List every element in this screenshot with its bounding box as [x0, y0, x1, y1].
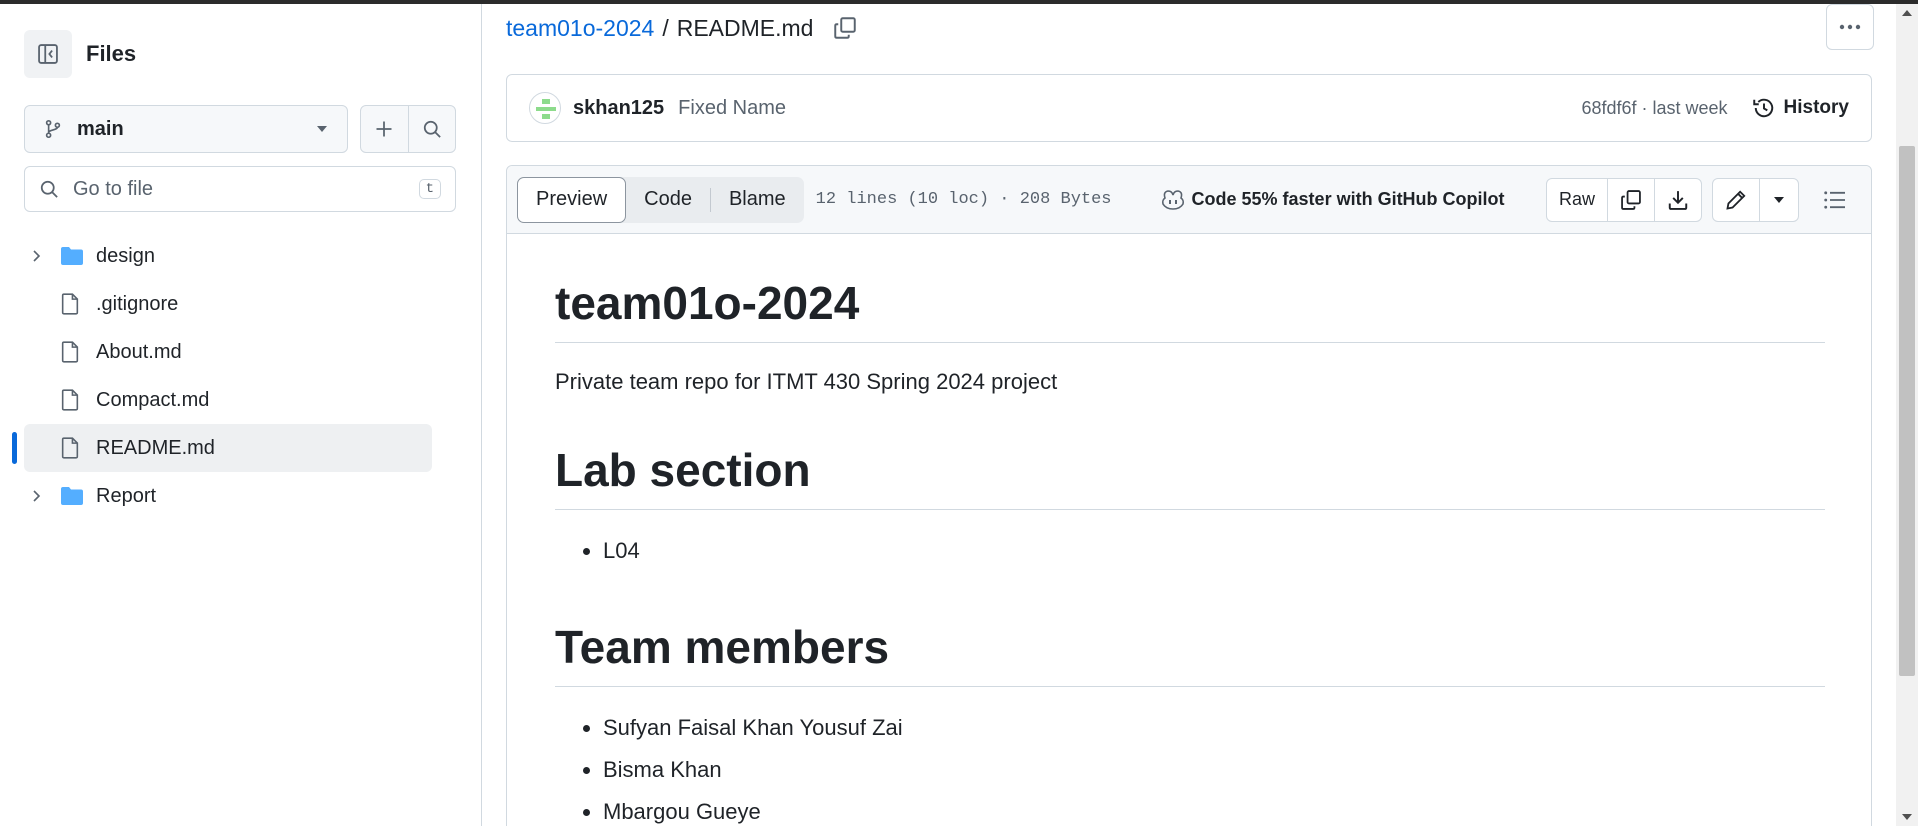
commit-author[interactable]: skhan125 — [573, 97, 664, 120]
selected-highlight — [24, 424, 432, 472]
list-item: Bisma Khan — [603, 749, 1825, 791]
folder-icon — [61, 487, 83, 505]
folder-icon — [61, 247, 83, 265]
download-icon — [1668, 190, 1688, 210]
triangle-down-icon — [317, 126, 327, 132]
collapse-sidebar-button[interactable] — [24, 30, 72, 78]
list-unordered-icon — [1824, 190, 1845, 209]
copilot-promo-link[interactable]: Code 55% faster with GitHub Copilot — [1160, 188, 1505, 212]
copy-raw-button[interactable] — [1607, 178, 1654, 221]
file-viewer: Preview Code Blame 12 lines (10 loc) · 2… — [506, 165, 1872, 826]
kebab-horizontal-icon — [1839, 24, 1861, 30]
download-button[interactable] — [1654, 178, 1701, 221]
edit-file-button[interactable] — [1713, 179, 1759, 221]
search-icon — [40, 180, 58, 198]
edit-group — [1712, 177, 1799, 222]
commit-message[interactable]: Fixed Name — [678, 97, 786, 120]
section-heading-lab: Lab section — [555, 443, 1825, 510]
shortcut-hint: t — [418, 179, 441, 199]
tree-item-design[interactable]: design — [0, 232, 482, 280]
tab-code[interactable]: Code — [626, 177, 710, 223]
tree-item-label: Report — [96, 484, 157, 507]
tab-blame[interactable]: Blame — [711, 177, 804, 223]
list-item: Mbargou Gueye — [603, 791, 1825, 826]
readme-description: Private team repo for ITMT 430 Spring 20… — [555, 369, 1058, 394]
tree-item-compact[interactable]: Compact.md — [0, 376, 482, 424]
tree-item-label: About.md — [96, 340, 182, 363]
copy-icon — [1621, 189, 1641, 210]
files-header: Files — [24, 30, 136, 78]
file-toolbar: Preview Code Blame 12 lines (10 loc) · 2… — [507, 166, 1871, 234]
commit-meta[interactable]: 68fdf6f · last week — [1581, 98, 1727, 119]
copy-icon — [834, 17, 857, 39]
sidebar-collapse-icon — [38, 44, 58, 64]
breadcrumb-separator: / — [662, 14, 669, 41]
raw-copy-download-group: Raw — [1545, 177, 1702, 222]
avatar[interactable] — [529, 92, 561, 124]
file-actions: Raw — [1545, 177, 1861, 222]
file-icon — [61, 437, 79, 459]
more-options-button[interactable] — [1826, 4, 1874, 50]
breadcrumb: team01o-2024 / README.md — [506, 12, 857, 44]
branch-selector[interactable]: main — [24, 105, 348, 153]
history-label: History — [1783, 97, 1849, 118]
page-scrollbar[interactable] — [1896, 4, 1918, 826]
breadcrumb-file: README.md — [676, 14, 814, 41]
scroll-up-arrow-icon[interactable] — [1902, 10, 1912, 16]
tree-item-readme[interactable]: README.md — [0, 424, 482, 472]
readme-content: team01o-2024 Private team repo for ITMT … — [555, 276, 1825, 826]
tree-item-about[interactable]: About.md — [0, 328, 482, 376]
copy-path-button[interactable] — [833, 16, 857, 40]
view-mode-tabs: Preview Code Blame — [517, 176, 804, 223]
edit-dropdown-button[interactable] — [1759, 178, 1798, 221]
tree-item-report[interactable]: Report — [0, 472, 482, 520]
search-icon — [423, 120, 441, 138]
raw-button[interactable]: Raw — [1547, 179, 1607, 221]
add-file-button[interactable] — [361, 106, 408, 152]
lab-list: L04 — [603, 530, 1825, 572]
file-icon — [61, 293, 79, 315]
branch-row: main — [24, 105, 456, 153]
latest-commit-bar: skhan125 Fixed Name 68fdf6f · last week … — [506, 74, 1872, 142]
go-to-file-field[interactable]: t — [24, 166, 456, 212]
readme-title: team01o-2024 — [555, 276, 1825, 343]
scrollbar-thumb[interactable] — [1899, 146, 1915, 676]
tree-item-label: Compact.md — [96, 388, 210, 411]
file-tree-sidebar: Files main t design .gitignore — [0, 4, 482, 826]
list-item: L04 — [603, 530, 1825, 572]
history-button[interactable]: History — [1752, 96, 1849, 120]
tree-item-gitignore[interactable]: .gitignore — [0, 280, 482, 328]
outline-button[interactable] — [1809, 178, 1861, 222]
scroll-down-arrow-icon[interactable] — [1902, 814, 1912, 820]
pencil-icon — [1726, 189, 1746, 210]
identicon-icon — [536, 99, 556, 119]
selected-indicator — [12, 432, 17, 464]
breadcrumb-repo-link[interactable]: team01o-2024 — [506, 15, 654, 42]
file-actions-group — [360, 105, 456, 153]
list-item: Sufyan Faisal Khan Yousuf Zai — [603, 707, 1825, 749]
files-title: Files — [86, 41, 137, 66]
go-to-file-input[interactable] — [73, 177, 419, 201]
branch-name: main — [77, 117, 124, 140]
tree-item-label: design — [96, 244, 155, 267]
copilot-text: Code 55% faster with GitHub Copilot — [1191, 189, 1505, 209]
tree-item-label: README.md — [96, 436, 215, 459]
triangle-down-icon — [1774, 196, 1784, 203]
plus-icon — [376, 121, 392, 137]
file-tree: design .gitignore About.md Compact.md RE… — [0, 232, 482, 520]
team-list: Sufyan Faisal Khan Yousuf Zai Bisma Khan… — [603, 707, 1825, 826]
chevron-right-icon[interactable] — [28, 488, 44, 504]
copilot-icon — [1161, 189, 1184, 210]
file-icon — [61, 341, 79, 363]
tab-preview[interactable]: Preview — [517, 176, 627, 223]
history-icon — [1752, 98, 1773, 118]
search-code-button[interactable] — [407, 106, 456, 152]
file-info: 12 lines (10 loc) · 208 Bytes — [815, 190, 1112, 209]
tree-item-label: .gitignore — [96, 292, 179, 315]
chevron-right-icon[interactable] — [28, 248, 44, 264]
file-icon — [61, 389, 79, 411]
git-branch-icon — [45, 119, 61, 139]
section-heading-team: Team members — [555, 620, 1825, 687]
